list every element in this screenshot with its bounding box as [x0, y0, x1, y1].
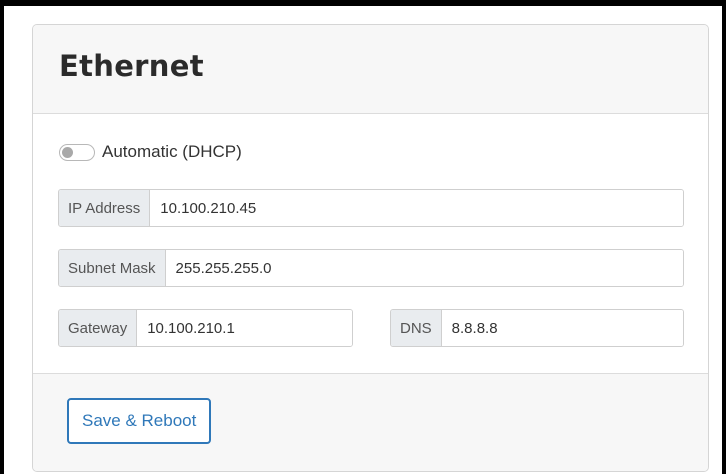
- subnet-mask-label: Subnet Mask: [59, 250, 166, 286]
- card-header: Ethernet: [33, 25, 708, 114]
- dns-input[interactable]: [441, 310, 683, 346]
- ip-address-group: IP Address: [58, 189, 684, 227]
- dhcp-toggle-row: Automatic (DHCP): [59, 140, 242, 164]
- card-body: Automatic (DHCP) IP Address Subnet Mask …: [33, 114, 708, 374]
- dhcp-label: Automatic (DHCP): [102, 142, 242, 161]
- gateway-group: Gateway: [58, 309, 353, 347]
- save-reboot-button[interactable]: Save & Reboot: [67, 398, 212, 444]
- ip-address-label: IP Address: [59, 190, 151, 226]
- subnet-mask-group: Subnet Mask: [58, 249, 684, 287]
- dhcp-toggle[interactable]: [59, 143, 95, 161]
- gateway-label: Gateway: [59, 310, 138, 346]
- toggle-knob: [62, 146, 73, 158]
- subnet-mask-input[interactable]: [165, 250, 683, 286]
- window-frame: Ethernet Automatic (DHCP) IP Address Sub…: [0, 0, 726, 474]
- card-footer: Save & Reboot: [33, 374, 708, 471]
- ip-address-input[interactable]: [150, 190, 683, 226]
- dns-label: DNS: [391, 310, 442, 346]
- gateway-input[interactable]: [137, 310, 352, 346]
- ethernet-card: Ethernet Automatic (DHCP) IP Address Sub…: [32, 24, 709, 472]
- card-title: Ethernet: [59, 49, 204, 83]
- dns-group: DNS: [390, 309, 684, 347]
